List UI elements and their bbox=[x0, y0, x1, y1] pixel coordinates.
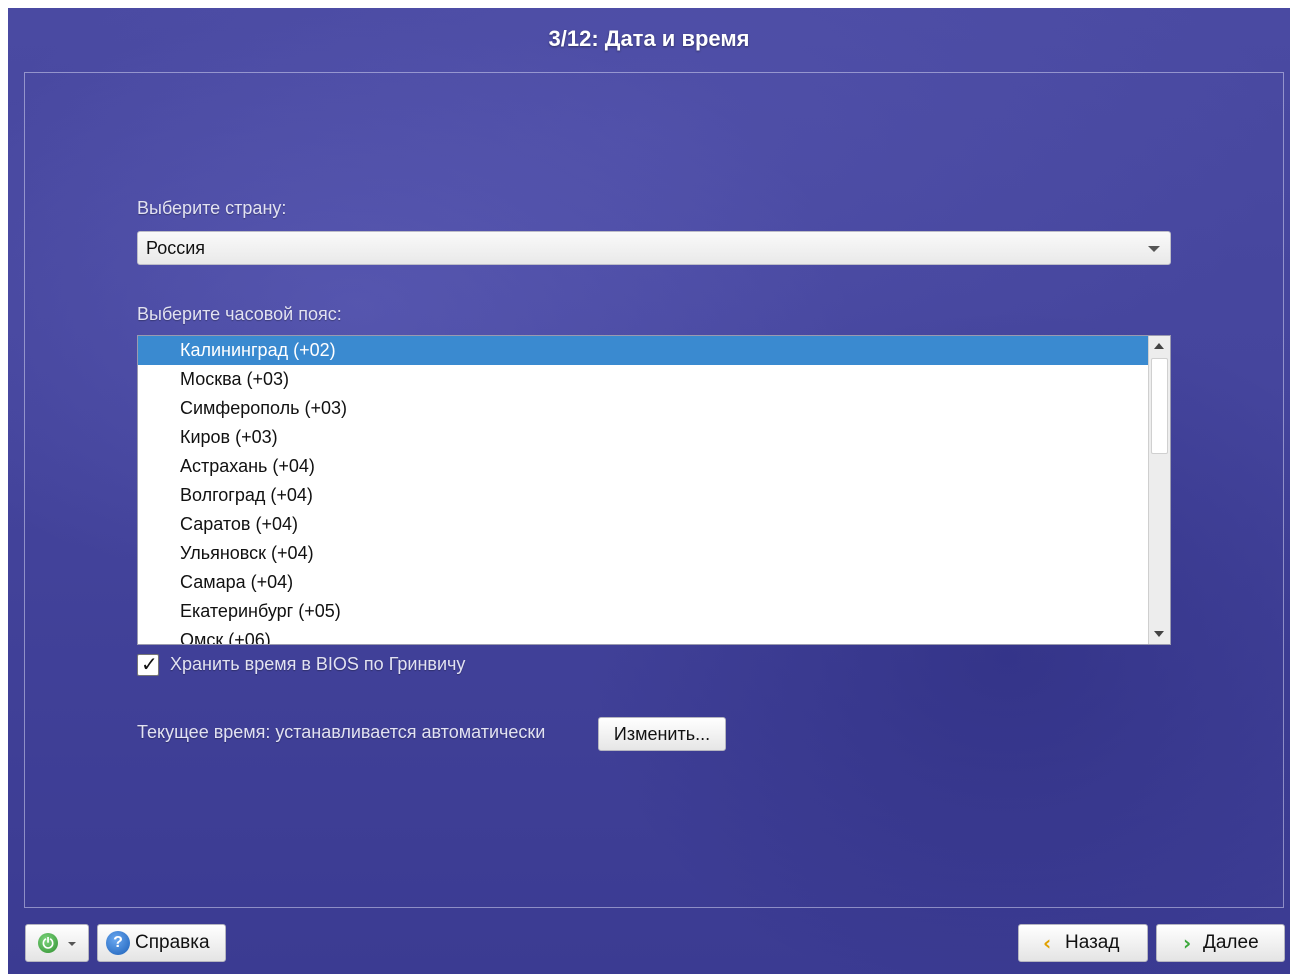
change-time-button[interactable]: Изменить... bbox=[598, 717, 726, 751]
list-item[interactable]: Омск (+06) bbox=[138, 626, 1148, 644]
arrow-down-icon bbox=[1154, 631, 1164, 637]
list-item[interactable]: Саратов (+04) bbox=[138, 510, 1148, 539]
timezone-label: Выберите часовой пояс: bbox=[137, 304, 342, 324]
list-item[interactable]: Астрахань (+04) bbox=[138, 452, 1148, 481]
list-item[interactable]: Москва (+03) bbox=[138, 365, 1148, 394]
help-icon: ? bbox=[106, 931, 130, 955]
current-time-label: Текущее время: устанавливается автоматич… bbox=[137, 722, 546, 742]
country-label: Выберите страну: bbox=[137, 198, 287, 218]
back-label: Назад bbox=[1065, 932, 1120, 953]
caret-down-icon bbox=[68, 942, 76, 946]
next-button[interactable]: › Далее bbox=[1156, 924, 1285, 962]
installer-screen: 3/12: Дата и время Выберите страну: Росс… bbox=[8, 8, 1290, 974]
power-icon: ⏻ bbox=[38, 933, 58, 953]
list-item[interactable]: Самара (+04) bbox=[138, 568, 1148, 597]
list-item[interactable]: Симферополь (+03) bbox=[138, 394, 1148, 423]
timezone-scrollbar[interactable] bbox=[1148, 336, 1170, 644]
country-select[interactable]: Россия bbox=[137, 231, 1171, 265]
list-item[interactable]: Калининград (+02) bbox=[138, 336, 1148, 365]
country-selected-value: Россия bbox=[146, 238, 206, 258]
bios-utc-checkbox[interactable]: ✓ bbox=[137, 652, 159, 676]
chevron-left-icon: ‹ bbox=[1043, 931, 1052, 955]
chevron-right-icon: › bbox=[1183, 931, 1192, 955]
back-button[interactable]: ‹ Назад bbox=[1018, 924, 1148, 962]
scroll-up-button[interactable] bbox=[1149, 336, 1170, 356]
bios-utc-label: Хранить время в BIOS по Гринвичу bbox=[170, 654, 466, 674]
scroll-thumb[interactable] bbox=[1151, 358, 1168, 454]
list-item[interactable]: Екатеринбург (+05) bbox=[138, 597, 1148, 626]
scroll-down-button[interactable] bbox=[1149, 624, 1170, 644]
chevron-down-icon bbox=[1148, 246, 1160, 252]
power-menu-button[interactable]: ⏻ bbox=[25, 924, 89, 962]
list-item[interactable]: Киров (+03) bbox=[138, 423, 1148, 452]
help-button[interactable]: ? Справка bbox=[97, 924, 226, 962]
list-item[interactable]: Ульяновск (+04) bbox=[138, 539, 1148, 568]
help-label: Справка bbox=[135, 932, 210, 953]
timezone-list[interactable]: Калининград (+02) Москва (+03) Симферопо… bbox=[137, 335, 1171, 645]
checkmark-icon: ✓ bbox=[141, 652, 158, 676]
page-title: 3/12: Дата и время bbox=[548, 26, 750, 51]
arrow-up-icon bbox=[1154, 343, 1164, 349]
list-item[interactable]: Волгоград (+04) bbox=[138, 481, 1148, 510]
next-label: Далее bbox=[1203, 932, 1259, 953]
